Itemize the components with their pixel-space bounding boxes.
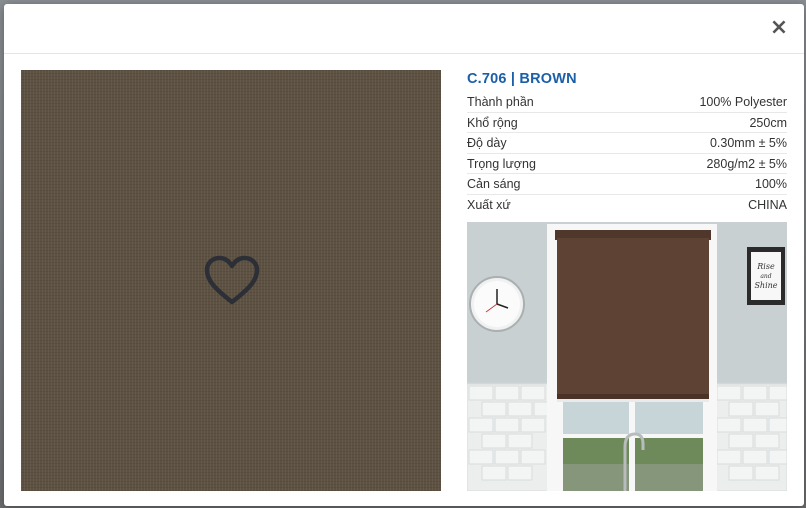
spec-row: Thành phần 100% Polyester xyxy=(467,92,787,113)
spec-label: Trọng lượng xyxy=(467,156,536,171)
close-button[interactable]: × xyxy=(768,16,790,40)
spec-value: 100% xyxy=(755,177,787,192)
modal-header: × xyxy=(4,4,804,54)
spec-table: Thành phần 100% Polyester Khổ rộng 250cm… xyxy=(467,92,787,216)
spec-label: Cản sáng xyxy=(467,177,521,192)
spec-label: Xuất xứ xyxy=(467,197,511,212)
spec-row: Khổ rộng 250cm xyxy=(467,113,787,134)
spec-value: CHINA xyxy=(748,197,787,212)
spec-value: 250cm xyxy=(749,115,787,130)
frame-text: Shine xyxy=(754,281,777,290)
fabric-swatch-image xyxy=(21,70,441,491)
frame-text: Rise xyxy=(756,262,775,271)
room-preview-image: Rise and Shine xyxy=(467,222,787,491)
product-info: C.706 | BROWN Thành phần 100% Polyester … xyxy=(467,70,787,216)
spec-row: Cản sáng 100% xyxy=(467,174,787,195)
product-title: C.706 | BROWN xyxy=(467,71,577,87)
spec-row: Độ dày 0.30mm ± 5% xyxy=(467,133,787,154)
spec-label: Khổ rộng xyxy=(467,115,518,130)
product-modal: × C.706 | BROWN Thành phần 100% Polyeste… xyxy=(4,4,804,506)
spec-value: 0.30mm ± 5% xyxy=(709,136,787,151)
roller-blind xyxy=(555,230,711,399)
spec-value: 280g/m2 ± 5% xyxy=(706,156,787,171)
frame-text: and xyxy=(760,273,771,280)
spec-label: Độ dày xyxy=(467,136,507,151)
spec-row: Trọng lượng 280g/m2 ± 5% xyxy=(467,154,787,175)
wall-frame: Rise and Shine xyxy=(747,247,785,305)
wall-clock xyxy=(469,276,525,332)
spec-row: Xuất xứ CHINA xyxy=(467,195,787,216)
heart-icon[interactable] xyxy=(204,255,260,307)
spec-value: 100% Polyester xyxy=(699,95,787,109)
spec-label: Thành phần xyxy=(467,95,534,109)
